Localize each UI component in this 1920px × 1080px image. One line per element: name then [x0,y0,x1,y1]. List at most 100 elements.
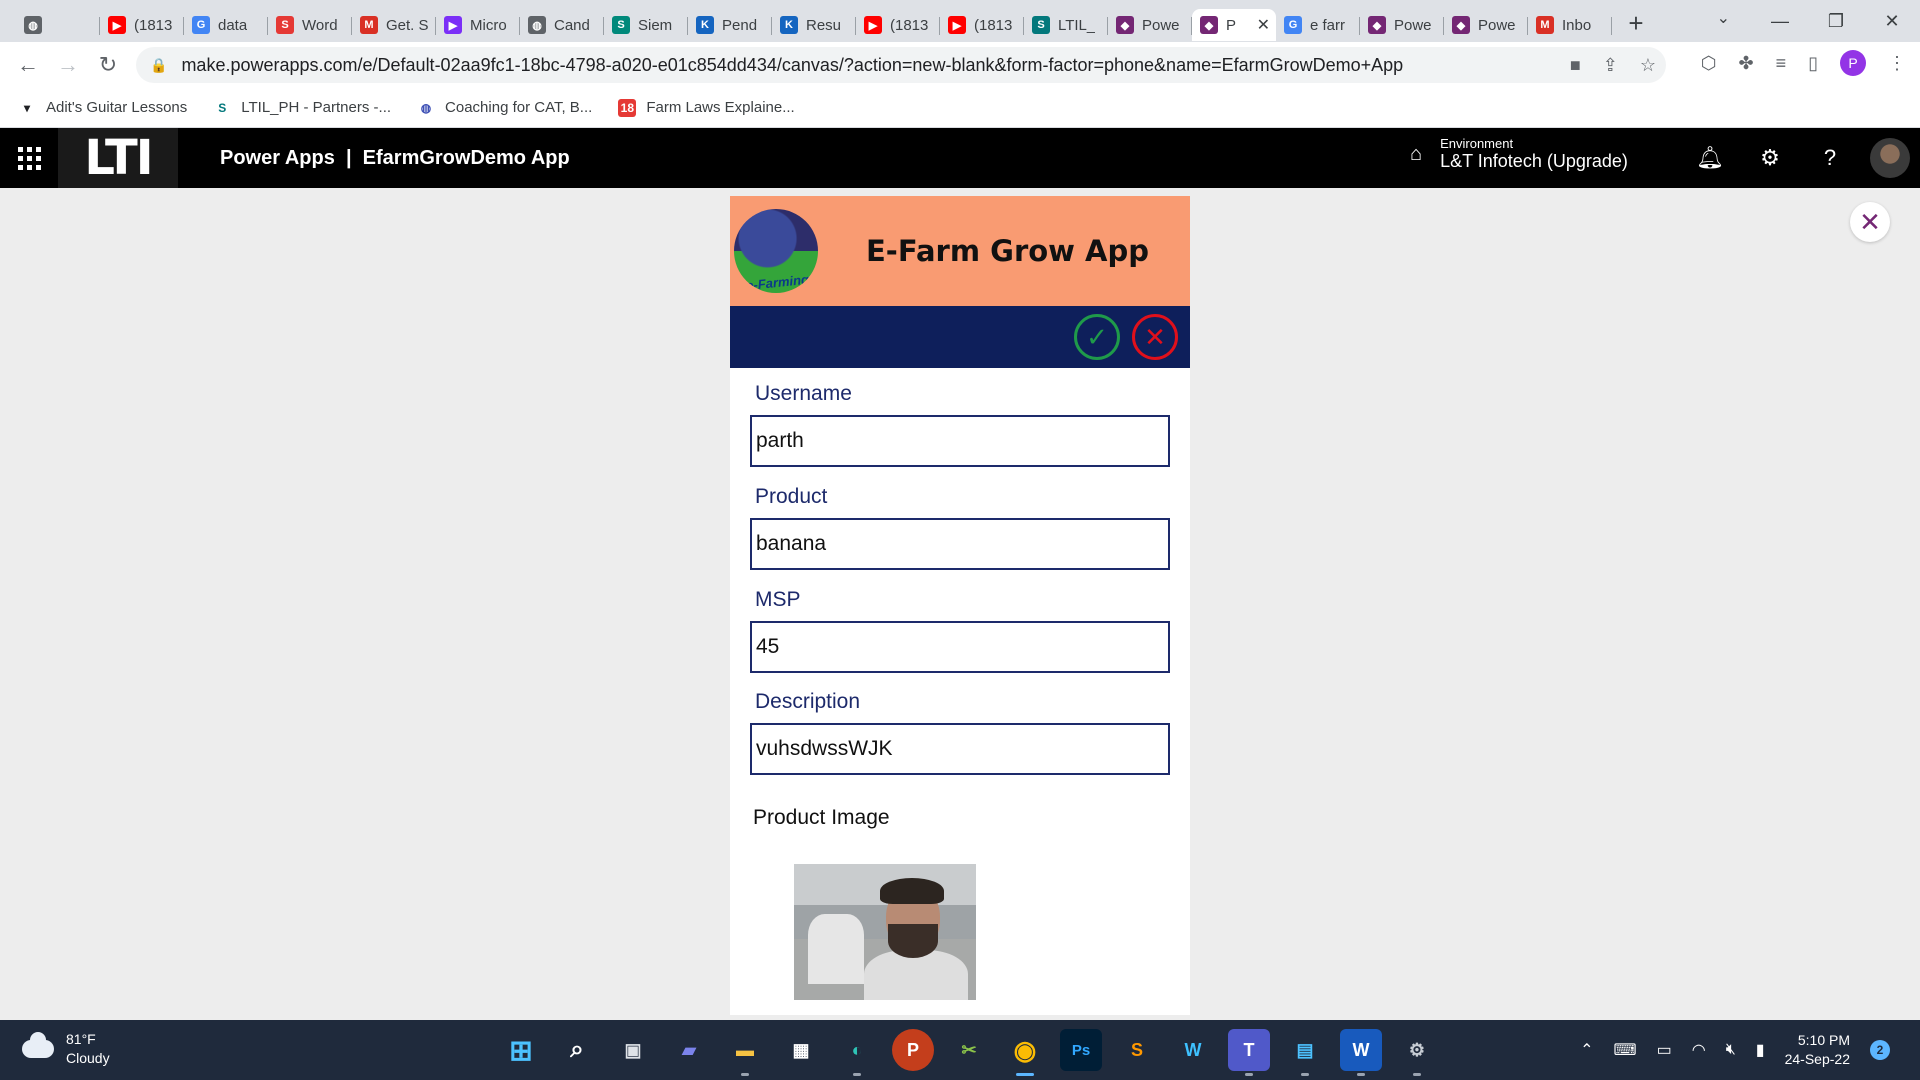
more-menu-icon[interactable]: ⋮ [1888,53,1906,74]
powerapps-icon: ◆ [1116,16,1134,34]
snipping-icon[interactable]: ✂ [948,1029,990,1071]
media-icon[interactable]: ≡ [1776,53,1787,74]
window-controls: — ❐ ✕ [1752,0,1920,42]
bell-icon[interactable]: 🔔︎ [1680,145,1740,171]
browser-tab[interactable]: K Pend [688,9,772,41]
username-label: Username [755,382,852,405]
chat-icon[interactable]: ▰ [668,1029,710,1071]
browser-tab[interactable]: ◍ Cand [520,9,604,41]
tab-label: P [1226,16,1237,34]
browser-tab[interactable]: Ge farr [1276,9,1360,41]
browser-tab[interactable]: ◆ Powe [1360,9,1444,41]
k-logo-icon: K [780,16,798,34]
gear-icon[interactable]: ⚙ [1740,145,1800,171]
minimize-icon[interactable]: — [1752,0,1808,42]
product-image[interactable] [794,864,976,1000]
tab-label: Resu [806,16,842,34]
notepad-icon[interactable]: ▤ [1284,1029,1326,1076]
browser-tab[interactable]: Gdata [184,9,268,41]
teams-icon[interactable]: T [1228,1029,1270,1076]
browser-tab[interactable]: ▶ (1813 [940,9,1024,41]
description-input[interactable]: vuhsdwssWJK [750,723,1170,775]
tab-close-icon[interactable]: ✕ [1257,15,1270,35]
tab-search-icon[interactable]: ⌄ [1717,8,1730,28]
chevron-up-icon[interactable]: ⌃ [1580,1040,1593,1060]
photoshop-icon[interactable]: Ps [1060,1029,1102,1071]
username-input[interactable]: parth [750,415,1170,467]
wifi-icon[interactable]: ◠ [1692,1040,1706,1060]
browser-toolbar: ← → ↻ 🔒 make.powerapps.com/e/Default-02a… [0,42,1920,88]
edge-icon[interactable]: ◐ [836,1029,878,1076]
notification-badge[interactable]: 2 [1870,1040,1890,1060]
new-tab-button[interactable]: + [1618,5,1654,41]
browser-tab[interactable]: ◆ Powe [1108,9,1192,41]
tab-label: Powe [1142,16,1180,34]
close-preview-button[interactable]: ✕ [1850,202,1890,242]
tablet-mode-icon[interactable]: ▭ [1657,1040,1672,1060]
powerpoint-icon[interactable]: P [892,1029,934,1071]
address-bar[interactable]: 🔒 make.powerapps.com/e/Default-02aa9fc1-… [136,47,1666,83]
tab-label: Cand [554,16,590,34]
settings-icon[interactable]: ⚙ [1396,1029,1438,1076]
help-icon[interactable]: ? [1800,145,1860,171]
search-icon[interactable]: ⌕ [556,1029,598,1071]
battery-icon[interactable]: ▮ [1756,1040,1765,1060]
lock-icon[interactable]: 🔒 [150,57,167,74]
browser-tab[interactable]: ◍ [16,9,100,41]
restore-icon[interactable]: ❐ [1808,0,1864,42]
browser-tab[interactable]: ▶ Micro [436,9,520,41]
submit-button[interactable]: ✓ [1074,314,1120,360]
close-window-icon[interactable]: ✕ [1864,0,1920,42]
user-avatar[interactable] [1870,138,1910,178]
browser-tab[interactable]: S LTIL_ [1024,9,1108,41]
word-icon[interactable]: W [1340,1029,1382,1076]
msp-field-group: MSP 45 [750,588,1170,673]
url-text[interactable]: make.powerapps.com/e/Default-02aa9fc1-18… [181,55,1403,76]
weather-widget[interactable]: 81°F Cloudy [22,1030,110,1068]
bookmark-star-icon[interactable]: ☆ [1640,55,1656,76]
browser-tab[interactable]: ▶ (1813 [856,9,940,41]
browser-tab[interactable]: K Resu [772,9,856,41]
product-input[interactable]: banana [750,518,1170,570]
file-explorer-icon[interactable]: ▬ [724,1029,766,1076]
chrome-icon[interactable]: ◉ [1004,1029,1046,1076]
bookmark-item[interactable]: ◍ Coaching for CAT, B... [417,99,593,117]
browser-tab[interactable]: S Siem [604,9,688,41]
forward-icon[interactable]: → [48,45,88,85]
camera-blocked-icon[interactable]: ■ [1570,55,1581,76]
volume-muted-icon[interactable]: 🔇︎ [1726,1041,1736,1059]
browser-tab[interactable]: ◆ Powe [1444,9,1528,41]
bookmark-item[interactable]: ▾ Adit's Guitar Lessons [18,99,187,117]
msp-input[interactable]: 45 [750,621,1170,673]
cancel-button[interactable]: ✕ [1132,314,1178,360]
extension-icon[interactable]: ⬡ [1701,53,1717,74]
share-icon[interactable]: ⇪ [1603,55,1618,76]
puzzle-icon[interactable]: ✤ [1738,53,1753,74]
browser-tab[interactable]: S Word [268,9,352,41]
task-view-icon[interactable]: ▣ [612,1029,654,1071]
reload-icon[interactable]: ↻ [88,45,128,85]
browser-tab[interactable]: M Get. S [352,9,436,41]
back-icon[interactable]: ← [8,45,48,85]
side-panel-icon[interactable]: ▯ [1808,53,1818,74]
tab-active[interactable]: ◆ P ✕ [1192,9,1276,41]
browser-tab[interactable]: ▶ (1813 [100,9,184,41]
header-actions: 🔔︎ ⚙ ? [1680,128,1920,188]
keyboard-icon[interactable]: ⌨ [1614,1040,1637,1060]
taskbar-apps: ⊞ ⌕ ▣ ▰ ▬ ▦ ◐ P ✂ ◉ Ps S W T ▤ W ⚙ [500,1029,1438,1076]
start-icon[interactable]: ⊞ [500,1029,542,1071]
browser-tab[interactable]: M Inbo [1528,9,1612,41]
clock[interactable]: 5:10 PM 24-Sep-22 [1785,1031,1850,1069]
sublime-icon[interactable]: S [1116,1029,1158,1071]
bookmark-item[interactable]: S LTIL_PH - Partners -... [213,99,391,117]
store-icon[interactable]: ▦ [780,1029,822,1071]
webex-icon[interactable]: W [1172,1029,1214,1071]
bookmark-item[interactable]: 18 Farm Laws Explaine... [618,98,795,117]
tab-label: Powe [1394,16,1432,34]
app-launcher-icon[interactable] [0,128,58,188]
weather-condition: Cloudy [66,1050,110,1066]
environment-picker[interactable]: ⌂ Environment L&T Infotech (Upgrade) [1410,136,1628,172]
youtube-icon: ▶ [948,16,966,34]
s-logo-icon: S [612,16,630,34]
profile-avatar[interactable]: P [1840,50,1866,76]
